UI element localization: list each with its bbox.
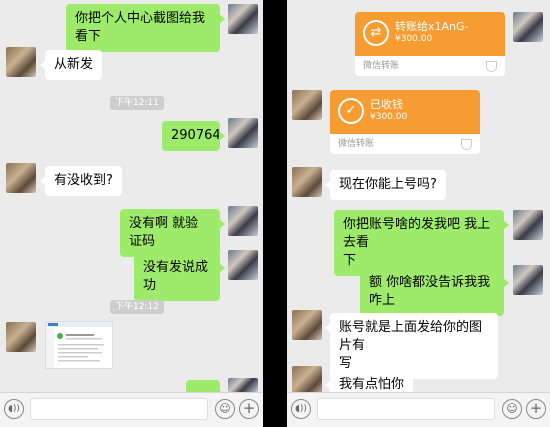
message-input[interactable]	[317, 398, 495, 420]
contact-avatar[interactable]	[292, 310, 322, 340]
transfer-card-received[interactable]: ✓ 已收钱 ¥300.00 微信转账	[330, 90, 480, 154]
shield-icon	[486, 61, 497, 72]
timestamp: 下午12:11	[110, 96, 164, 110]
input-bar: ◖)) ☺ +	[0, 392, 263, 427]
right-chat-panel: ⇄ 转账给x1AnG- ¥300.00 微信转账 ✓ 已收钱 ¥300.00 微…	[287, 0, 550, 427]
transfer-arrows-icon: ⇄	[363, 20, 389, 46]
transfer-footer: 微信转账	[338, 139, 375, 149]
my-avatar[interactable]	[228, 250, 258, 280]
contact-avatar[interactable]	[6, 322, 36, 352]
transfer-footer: 微信转账	[363, 61, 400, 71]
contact-avatar[interactable]	[6, 163, 36, 193]
timestamp: 下午12:12	[110, 300, 164, 314]
contact-avatar[interactable]	[292, 167, 322, 197]
incoming-message[interactable]: 从新发	[39, 50, 103, 80]
message-input[interactable]	[30, 398, 208, 420]
my-avatar[interactable]	[513, 12, 543, 42]
outgoing-message[interactable]: 你把账号啥的发我吧 我上去看 下	[334, 210, 509, 276]
outgoing-message[interactable]: 你把个人中心截图给我看下	[66, 4, 225, 52]
outgoing-message[interactable]: 额 你啥都没告诉我我咋上	[360, 268, 509, 316]
emoji-icon[interactable]: ☺	[502, 399, 522, 419]
plus-icon[interactable]: +	[526, 399, 546, 419]
outgoing-message[interactable]: 290764	[162, 121, 225, 151]
voice-icon[interactable]: ◖))	[291, 399, 311, 419]
my-avatar[interactable]	[513, 210, 543, 240]
my-avatar[interactable]	[228, 118, 258, 148]
screenshot-preview-image	[46, 322, 112, 368]
my-avatar[interactable]	[228, 4, 258, 34]
contact-avatar[interactable]	[6, 47, 36, 77]
transfer-amount: ¥300.00	[370, 112, 408, 122]
outgoing-message[interactable]: 没有啊 就验证码	[120, 209, 225, 257]
message-line: 你把账号啥的发我吧 我上去看	[343, 217, 491, 250]
emoji-icon[interactable]: ☺	[215, 399, 235, 419]
my-avatar[interactable]	[228, 206, 258, 236]
message-line: 账号就是上面发给你的图片有	[339, 320, 483, 353]
screenshot-image-thumbnail[interactable]	[45, 321, 113, 369]
voice-icon[interactable]: ◖))	[4, 399, 24, 419]
transfer-title: 转账给x1AnG-	[395, 20, 469, 33]
transfer-title: 已收钱	[370, 98, 403, 111]
contact-avatar[interactable]	[292, 90, 322, 120]
outgoing-message[interactable]: 没有发说成功	[134, 253, 225, 301]
transfer-amount: ¥300.00	[395, 34, 433, 44]
my-avatar[interactable]	[228, 378, 258, 392]
incoming-message[interactable]: 现在你能上号吗?	[325, 170, 446, 200]
left-chat-panel: 你把个人中心截图给我看下 从新发 下午12:11 290764 有没收到? 没有…	[0, 0, 263, 427]
shield-icon	[461, 139, 472, 150]
plus-icon[interactable]: +	[239, 399, 259, 419]
my-avatar[interactable]	[513, 265, 543, 295]
incoming-message[interactable]: 有没收到?	[40, 166, 122, 196]
input-bar: ◖)) ☺ +	[287, 392, 550, 427]
transfer-card-sent[interactable]: ⇄ 转账给x1AnG- ¥300.00 微信转账	[355, 12, 505, 76]
outgoing-message-partial[interactable]	[186, 380, 225, 400]
check-icon: ✓	[338, 98, 364, 124]
